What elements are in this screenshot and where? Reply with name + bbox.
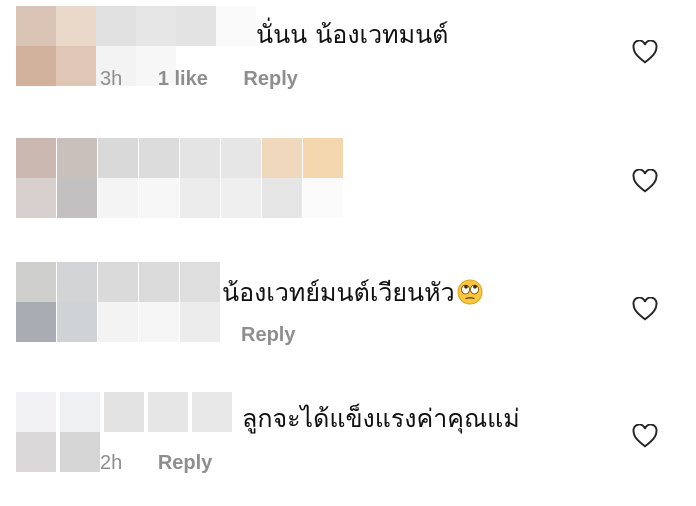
- heart-icon[interactable]: [632, 424, 658, 448]
- comment-text: ลูกจะได้แข็งแรงค่าคุณแม่: [242, 404, 520, 433]
- comment-4: ลูกจะได้แข็งแรงค่าคุณแม่ 2h Reply: [0, 380, 696, 506]
- blurred-username-2: [16, 138, 344, 218]
- comment-meta: 2h Reply: [100, 451, 242, 475]
- comment-meta: 3h 1 like Reply: [100, 67, 328, 91]
- comment-1: นั่นน น้องเวทมนต์ 3h 1 like Reply: [0, 0, 696, 110]
- timestamp: 3h: [100, 68, 123, 90]
- comment-text: น้องเวทย์มนต์เวียนหัว: [222, 278, 483, 308]
- heart-icon[interactable]: [632, 297, 658, 321]
- reply-button[interactable]: Reply: [158, 452, 212, 474]
- blurred-username-3: [16, 262, 221, 342]
- comment-text-content: น้องเวทย์มนต์เวียนหัว: [222, 278, 455, 307]
- comment-meta: Reply: [241, 323, 325, 347]
- comment-3: น้องเวทย์มนต์เวียนหัว Reply: [0, 240, 696, 380]
- comment-text: นั่นน น้องเวทมนต์: [256, 20, 449, 49]
- timestamp: 2h: [100, 452, 123, 474]
- comment-2: [0, 110, 696, 240]
- reply-button[interactable]: Reply: [241, 324, 295, 346]
- heart-icon[interactable]: [632, 169, 658, 193]
- heart-icon[interactable]: [632, 40, 658, 64]
- like-count[interactable]: 1 like: [158, 68, 208, 90]
- reply-button[interactable]: Reply: [243, 68, 297, 90]
- rolling-eyes-emoji-icon: [457, 279, 483, 305]
